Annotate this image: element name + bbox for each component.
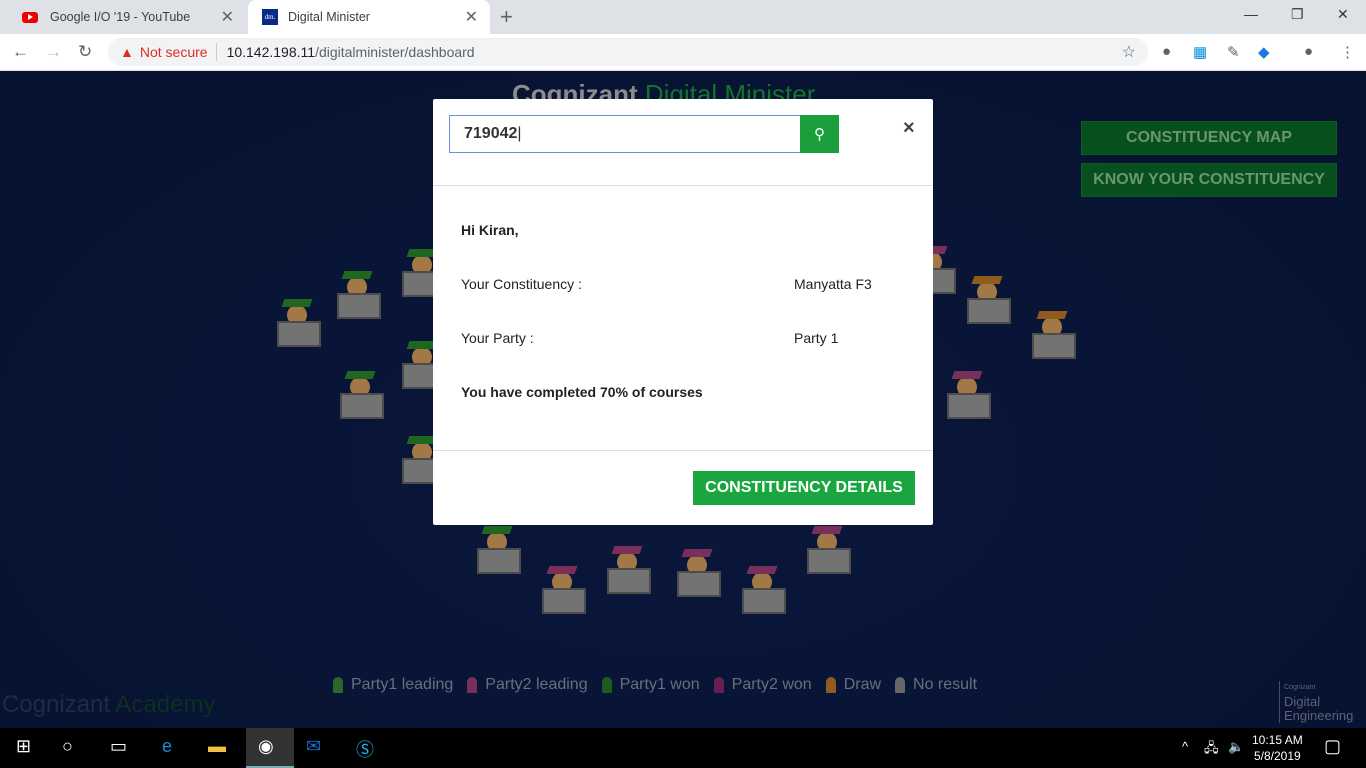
notifications-icon[interactable]: ▢ bbox=[1324, 736, 1341, 757]
divider bbox=[215, 43, 217, 61]
extension-icon[interactable]: ◆ bbox=[1258, 43, 1270, 61]
tab-bar: Google I/O '19 - YouTube ✕ dm. Digital Min… bbox=[0, 0, 1366, 34]
chrome-icon[interactable]: ◉ bbox=[246, 728, 294, 768]
windows-extension-icon[interactable]: ▦ bbox=[1193, 43, 1207, 61]
file-explorer-icon[interactable]: ▬ bbox=[208, 736, 226, 757]
windows-start-icon[interactable]: ⊞ bbox=[16, 736, 31, 757]
minimize-button[interactable]: — bbox=[1244, 6, 1258, 22]
edge-icon[interactable]: e bbox=[162, 736, 172, 757]
skype-icon[interactable]: Ⓢ bbox=[356, 736, 374, 762]
search-icon[interactable]: ○ bbox=[62, 736, 73, 757]
tab-title: Google I/O '19 - YouTube bbox=[50, 10, 191, 24]
party-value: Party 1 bbox=[794, 330, 839, 346]
url-field[interactable]: ▲ Not secure 10.142.198.11/digitalminist… bbox=[108, 38, 1148, 66]
tab-digital-minister[interactable]: dm. Digital Minister ✕ bbox=[248, 0, 490, 34]
network-icon[interactable]: 🖧 bbox=[1204, 739, 1219, 761]
search-input[interactable]: 719042 | bbox=[449, 115, 801, 153]
volume-icon[interactable]: 🔈 bbox=[1228, 739, 1244, 755]
greeting: Hi Kiran, bbox=[461, 222, 519, 238]
tab-youtube[interactable]: Google I/O '19 - YouTube ✕ bbox=[8, 0, 246, 34]
party-label: Your Party : bbox=[461, 330, 534, 346]
close-tab-icon[interactable]: ✕ bbox=[465, 7, 478, 27]
divider bbox=[433, 450, 933, 451]
url-host: 10.142.198.11 bbox=[226, 44, 316, 60]
clock[interactable]: 10:15 AM 5/8/2019 bbox=[1252, 732, 1303, 764]
constituency-value: Manyatta F3 bbox=[794, 276, 872, 292]
tray-chevron-icon[interactable]: ^ bbox=[1182, 739, 1188, 754]
new-tab-button[interactable]: + bbox=[500, 4, 513, 30]
restore-button[interactable]: ❐ bbox=[1291, 6, 1304, 23]
constituency-label: Your Constituency : bbox=[461, 276, 582, 292]
warning-icon: ▲ bbox=[120, 44, 134, 60]
tab-title: Digital Minister bbox=[288, 10, 370, 24]
divider bbox=[433, 185, 933, 186]
bookmark-star-icon[interactable]: ☆ bbox=[1122, 42, 1136, 62]
security-label[interactable]: Not secure bbox=[140, 44, 208, 60]
extension-icon[interactable]: ● bbox=[1162, 43, 1171, 60]
constituency-modal: 719042 | ⚲ × Hi Kiran, Your Constituency … bbox=[433, 99, 933, 525]
outlook-icon[interactable]: ✉ bbox=[306, 736, 321, 757]
close-tab-icon[interactable]: ✕ bbox=[221, 7, 234, 27]
forward-icon[interactable]: → bbox=[45, 42, 62, 62]
address-bar: ← → ↻ ▲ Not secure 10.142.198.11/digital… bbox=[0, 34, 1366, 71]
taskbar: ⊞ ○ ▭ e ▬ ◉ ✉ Ⓢ ^ 🖧 🔈 10:15 AM 5/8/2019 ▢ bbox=[0, 728, 1366, 768]
close-icon[interactable]: × bbox=[903, 117, 915, 140]
task-view-icon[interactable]: ▭ bbox=[110, 736, 127, 757]
course-progress-text: You have completed 70% of courses bbox=[461, 384, 703, 400]
search-icon: ⚲ bbox=[814, 126, 825, 143]
eyedropper-extension-icon[interactable]: ✎ bbox=[1227, 43, 1240, 61]
dm-favicon: dm. bbox=[262, 9, 278, 25]
profile-icon[interactable]: ● bbox=[1304, 43, 1313, 60]
url-path: /digitalminister/dashboard bbox=[315, 44, 475, 60]
constituency-details-button[interactable]: CONSTITUENCY DETAILS bbox=[693, 471, 915, 505]
back-icon[interactable]: ← bbox=[12, 42, 29, 62]
menu-icon[interactable]: ⋮ bbox=[1340, 43, 1355, 61]
reload-icon[interactable]: ↻ bbox=[78, 42, 92, 62]
youtube-icon bbox=[22, 11, 38, 23]
close-window-button[interactable]: ✕ bbox=[1337, 6, 1349, 23]
search-button[interactable]: ⚲ bbox=[800, 115, 839, 153]
